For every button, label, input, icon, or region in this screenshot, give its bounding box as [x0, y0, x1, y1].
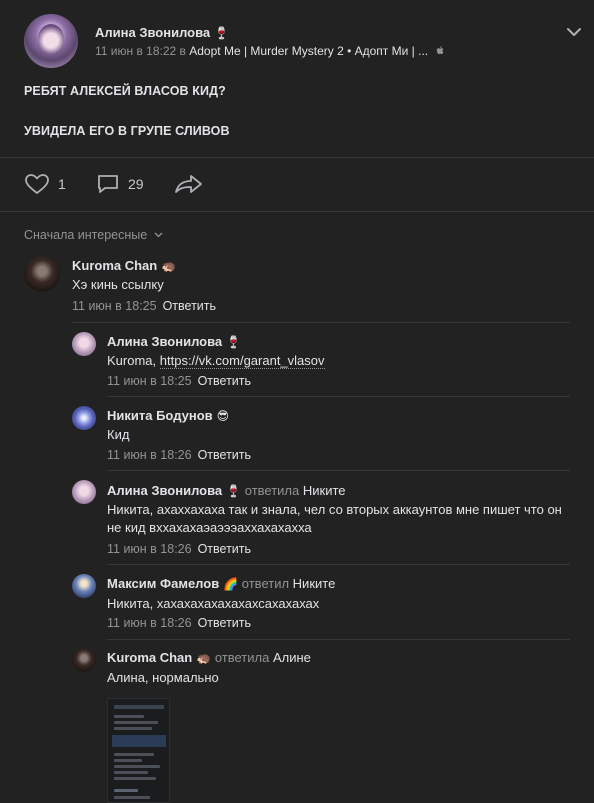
comment-date[interactable]: 11 июн в 18:26 — [107, 616, 192, 630]
comment-date[interactable]: 11 июн в 18:26 — [107, 448, 192, 462]
reply-button[interactable]: Ответить — [198, 448, 251, 462]
comment-date-row: 11 июн в 18:26 Ответить — [107, 542, 251, 556]
sort-dropdown[interactable]: Сначала интересные — [24, 228, 163, 242]
attached-screenshot[interactable] — [107, 698, 170, 803]
comment-avatar[interactable] — [72, 574, 96, 598]
comment-divider — [107, 639, 570, 640]
post-text-line-1: РЕБЯТ АЛЕКСЕЙ ВЛАСОВ КИД? — [24, 84, 226, 98]
reply-button[interactable]: Ответить — [198, 616, 251, 630]
comment-date-row: 11 июн в 18:26 Ответить — [107, 448, 251, 462]
comment-date[interactable]: 11 июн в 18:25 — [72, 299, 157, 313]
reply-to-label: ответил — [241, 576, 290, 591]
share-button[interactable] — [174, 173, 212, 195]
reply-button[interactable]: Ответить — [198, 374, 251, 388]
wine-emoji: 🍷 — [214, 26, 230, 40]
post-author-avatar[interactable] — [24, 14, 78, 68]
reply-to-name[interactable]: Алине — [273, 650, 311, 665]
reply-button[interactable]: Ответить — [198, 542, 251, 556]
comment-date[interactable]: 11 июн в 18:25 — [107, 374, 192, 388]
post-date[interactable]: 11 июн в 18:22 в — [95, 44, 186, 58]
comment-author[interactable]: Kuroma Chan 🦔 ответила Алине — [107, 650, 311, 665]
wine-emoji: 🍷 — [226, 484, 242, 498]
post-text-line-2: УВИДЕЛА ЕГО В ГРУПЕ СЛИВОВ — [24, 124, 230, 138]
post-divider — [0, 157, 594, 158]
comment-text: Никита, хахахахахахахахсахахахах — [107, 596, 320, 611]
comment-text: Хэ кинь ссылку — [72, 277, 164, 292]
comment-divider — [107, 470, 570, 471]
reply-to-name[interactable]: Никите — [303, 483, 346, 498]
like-count: 1 — [58, 176, 66, 192]
comment-author[interactable]: Kuroma Chan 🦔 — [72, 258, 176, 273]
actions-divider — [0, 211, 594, 212]
comment-text: Алина, нормально — [107, 670, 219, 685]
hedgehog-emoji: 🦔 — [196, 651, 212, 665]
share-icon — [175, 175, 202, 193]
comment-author[interactable]: Максим Фамелов 🌈 ответил Никите — [107, 576, 335, 591]
comment-button[interactable]: 29 — [96, 173, 144, 195]
chevron-down-icon[interactable] — [566, 26, 582, 38]
comment-avatar[interactable] — [72, 406, 96, 430]
comment-divider — [107, 564, 570, 565]
reply-to-label: ответила — [214, 650, 270, 665]
comment-author[interactable]: Никита Бодунов 😎 — [107, 408, 229, 423]
comment-count: 29 — [128, 176, 144, 192]
reply-to-label: ответила — [244, 483, 300, 498]
wine-emoji: 🍷 — [226, 335, 242, 349]
comment-avatar[interactable] — [72, 332, 96, 356]
comment-text: Kuroma, https://vk.com/garant_vlasov — [107, 353, 325, 369]
hedgehog-emoji: 🦔 — [161, 259, 177, 273]
post-meta: 11 июн в 18:22 в Adopt Me | Murder Myste… — [95, 44, 445, 58]
comment-divider — [72, 322, 570, 323]
comment-divider — [107, 396, 570, 397]
comment-avatar[interactable] — [72, 480, 96, 504]
comment-author[interactable]: Алина Звонилова 🍷 ответила Никите — [107, 483, 346, 498]
reply-to-name[interactable]: Никите — [293, 576, 336, 591]
apple-icon — [437, 46, 444, 55]
comment-date-row: 11 июн в 18:26 Ответить — [107, 616, 251, 630]
comment-text: Никита, ахаххахаха так и знала, чел со в… — [107, 502, 562, 535]
sunglasses-emoji: 😎 — [216, 409, 230, 423]
comment-author[interactable]: Алина Звонилова 🍷 — [107, 334, 241, 349]
reply-button[interactable]: Ответить — [163, 299, 216, 313]
comment-date[interactable]: 11 июн в 18:26 — [107, 542, 192, 556]
post-group-link[interactable]: Adopt Me | Murder Mystery 2 • Адопт Ми |… — [189, 44, 428, 58]
chevron-down-icon — [154, 232, 163, 238]
comment-date-row: 11 июн в 18:25 Ответить — [107, 374, 251, 388]
post-author[interactable]: Алина Звонилова 🍷 — [95, 25, 229, 40]
rainbow-emoji: 🌈 — [223, 577, 239, 591]
comment-avatar[interactable] — [24, 256, 60, 292]
comment-text: Кид — [107, 427, 130, 442]
comment-link[interactable]: https://vk.com/garant_vlasov — [159, 353, 325, 369]
like-button[interactable]: 1 — [24, 173, 66, 195]
comment-date-row: 11 июн в 18:25 Ответить — [72, 299, 216, 313]
heart-icon — [25, 174, 49, 194]
comment-icon — [98, 175, 118, 193]
comment-avatar[interactable] — [72, 648, 96, 672]
